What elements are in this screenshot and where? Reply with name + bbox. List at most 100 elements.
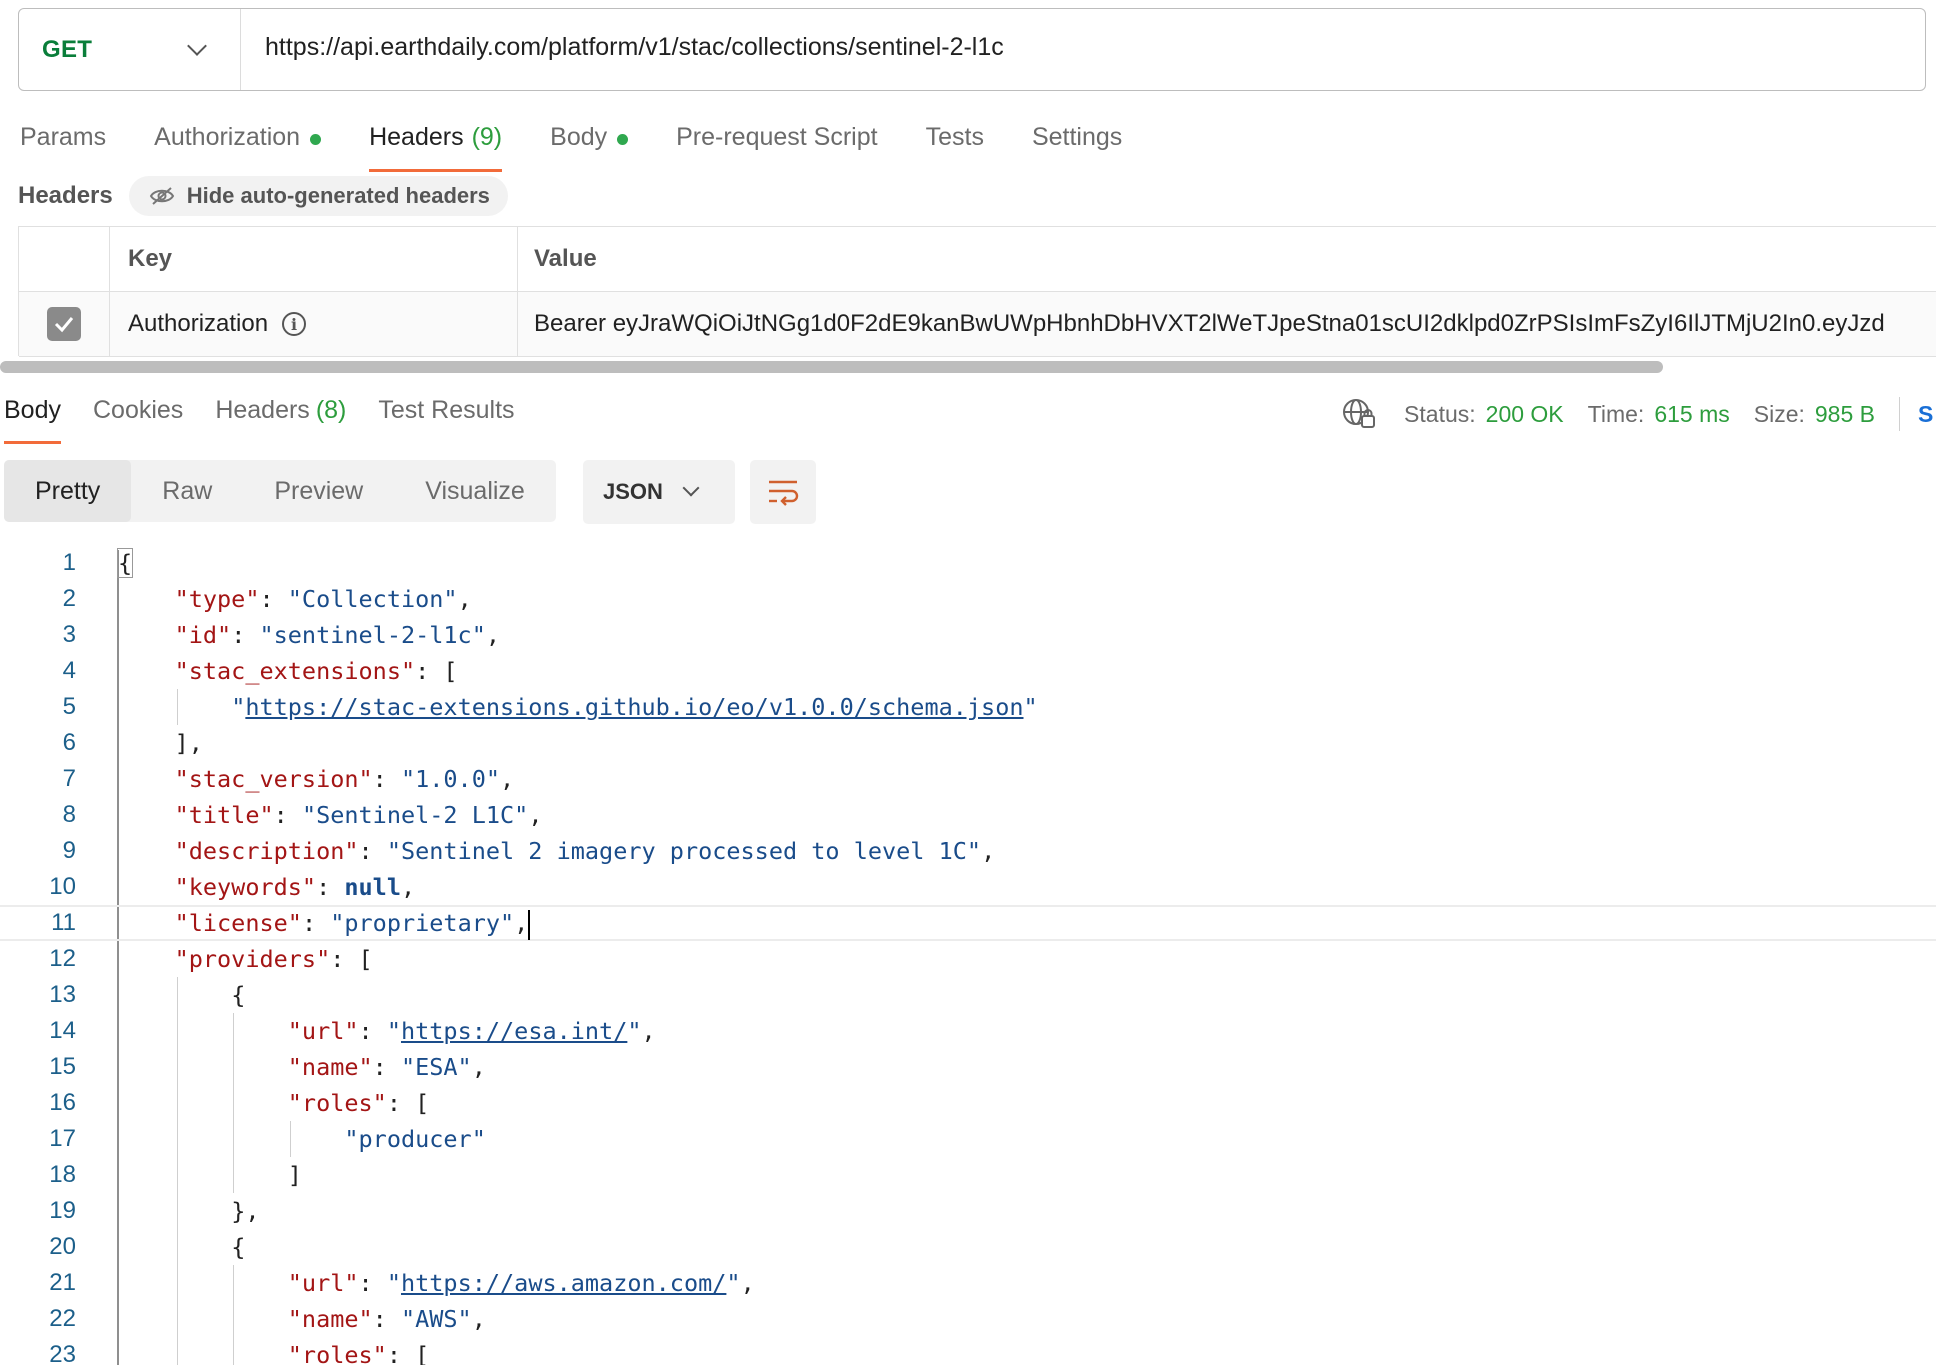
line-number: 12 — [49, 945, 76, 972]
json-token: : [ — [415, 657, 458, 685]
json-token: : — [372, 765, 401, 793]
tab-response-headers[interactable]: Headers (8) — [215, 390, 346, 444]
code-line: 23 "roles": [ — [0, 1337, 1936, 1365]
tab-count: (8) — [315, 396, 347, 424]
code-text: "roles": [ — [118, 1085, 429, 1121]
json-token: : [ — [386, 1341, 430, 1365]
line-number: 8 — [62, 801, 76, 828]
tab-params[interactable]: Params — [20, 118, 106, 172]
tab-label: Settings — [1031, 123, 1123, 151]
json-token: : [ — [386, 1089, 430, 1117]
code-link[interactable]: https://esa.int/ — [401, 1017, 627, 1045]
line-number: 19 — [49, 1197, 76, 1224]
code-line: 12 "providers": [ — [0, 941, 1936, 977]
code-line: 20 { — [0, 1229, 1936, 1265]
url-input[interactable]: https://api.earthdaily.com/platform/v1/s… — [241, 33, 1004, 62]
status-dot — [617, 134, 629, 145]
request-url-bar: GET https://api.earthdaily.com/platform/… — [18, 8, 1926, 91]
json-token: : — [358, 1269, 387, 1297]
json-token: , — [471, 1305, 486, 1333]
tab-tests[interactable]: Tests — [926, 118, 984, 172]
hide-auto-headers-button[interactable]: Hide auto-generated headers — [128, 176, 508, 216]
json-token: "1.0.0" — [400, 765, 501, 793]
code-line: 1{ — [0, 545, 1936, 581]
json-token: , — [500, 765, 515, 793]
status-dot — [310, 134, 322, 145]
tab-label: Params — [20, 123, 107, 151]
info-icon[interactable]: i — [282, 312, 307, 336]
json-token: : — [358, 837, 387, 865]
line-number: 5 — [62, 693, 76, 720]
json-token: "producer" — [344, 1125, 486, 1153]
line-number: 15 — [49, 1053, 76, 1080]
code-line: 4 "stac_extensions": [ — [0, 653, 1936, 689]
json-token: , — [400, 873, 416, 901]
tab-settings[interactable]: Settings — [1032, 118, 1122, 172]
horizontal-scrollbar[interactable] — [0, 361, 1663, 373]
time-indicator[interactable]: Time: 615 ms — [1588, 401, 1730, 428]
format-select[interactable]: JSON — [583, 460, 735, 524]
tab-cookies[interactable]: Cookies — [93, 390, 183, 444]
status-indicator[interactable]: Status: 200 OK — [1404, 401, 1564, 428]
code-text: "https://stac-extensions.github.io/eo/v1… — [118, 689, 1038, 725]
json-key: "title" — [174, 801, 274, 829]
view-mode-group: Pretty Raw Preview Visualize — [4, 460, 556, 522]
json-key: "type" — [174, 585, 260, 613]
tab-response-body[interactable]: Body — [4, 390, 61, 444]
tab-authorization[interactable]: Authorization — [154, 118, 322, 172]
json-token: "Collection" — [287, 585, 458, 613]
view-visualize-button[interactable]: Visualize — [394, 460, 556, 522]
save-response-link[interactable]: S — [1918, 401, 1936, 428]
tab-test-results[interactable]: Test Results — [378, 390, 514, 444]
json-token: , — [514, 909, 529, 937]
json-token: null — [344, 873, 401, 901]
code-line: 21 "url": "https://aws.amazon.com/", — [0, 1265, 1936, 1301]
view-pretty-button[interactable]: Pretty — [4, 460, 132, 522]
time-label: Time: — [1587, 400, 1645, 427]
json-token: , — [528, 801, 543, 829]
line-number: 21 — [49, 1269, 76, 1296]
response-body-editor[interactable]: 1{2 "type": "Collection", 3 "id": "sentin… — [0, 545, 1936, 1365]
json-token: : — [231, 621, 260, 649]
code-line: 5 "https://stac-extensions.github.io/eo/… — [0, 689, 1936, 725]
code-line: 16 "roles": [ — [0, 1085, 1936, 1121]
code-link[interactable]: https://stac-extensions.github.io/eo/v1.… — [245, 693, 1023, 721]
code-line: 19 }, — [0, 1193, 1936, 1229]
header-key[interactable]: Authorization — [128, 310, 268, 338]
json-key: "name" — [287, 1305, 373, 1333]
code-text: "title": "Sentinel-2 L1C", — [118, 797, 543, 833]
chevron-down-icon — [682, 479, 700, 497]
header-value[interactable]: Bearer eyJraWQiOiJtNGg1d0F2dE9kanBwUWpHb… — [534, 310, 1885, 338]
tab-body[interactable]: Body — [550, 118, 629, 172]
wrap-lines-button[interactable] — [750, 460, 816, 524]
table-header-row: Key Value — [19, 227, 1936, 292]
json-key: "stac_extensions" — [174, 657, 416, 685]
json-token: " — [627, 1017, 642, 1045]
json-token: , — [485, 621, 501, 649]
json-token: : — [259, 585, 288, 613]
view-preview-button[interactable]: Preview — [243, 460, 394, 522]
tab-pre-request-script[interactable]: Pre-request Script — [676, 118, 877, 172]
code-text: "url": "https://aws.amazon.com/", — [118, 1265, 755, 1301]
code-text: "stac_extensions": [ — [118, 653, 458, 689]
request-tabs: Params Authorization Headers (9) Body Pre… — [20, 118, 1170, 172]
tab-label: Cookies — [92, 396, 184, 424]
json-token: : — [372, 1053, 401, 1081]
code-text: }, — [118, 1193, 259, 1229]
code-text: ] — [118, 1157, 302, 1193]
size-indicator[interactable]: Size: 985 B — [1754, 401, 1875, 428]
code-link[interactable]: https://aws.amazon.com/ — [401, 1269, 726, 1297]
view-raw-button[interactable]: Raw — [131, 460, 243, 522]
tab-label: Pre-request Script — [676, 123, 878, 151]
json-token: " — [386, 1269, 401, 1297]
network-icon[interactable] — [1342, 398, 1376, 430]
json-key: "stac_version" — [174, 765, 373, 793]
method-select[interactable]: GET — [19, 9, 241, 90]
line-number: 10 — [49, 873, 76, 900]
json-token: : — [372, 1305, 401, 1333]
format-select-label: JSON — [603, 479, 663, 504]
tab-headers[interactable]: Headers (9) — [369, 118, 503, 172]
json-token: { — [231, 1233, 246, 1261]
header-enabled-checkbox[interactable] — [47, 307, 81, 341]
code-line: 8 "title": "Sentinel-2 L1C", — [0, 797, 1936, 833]
